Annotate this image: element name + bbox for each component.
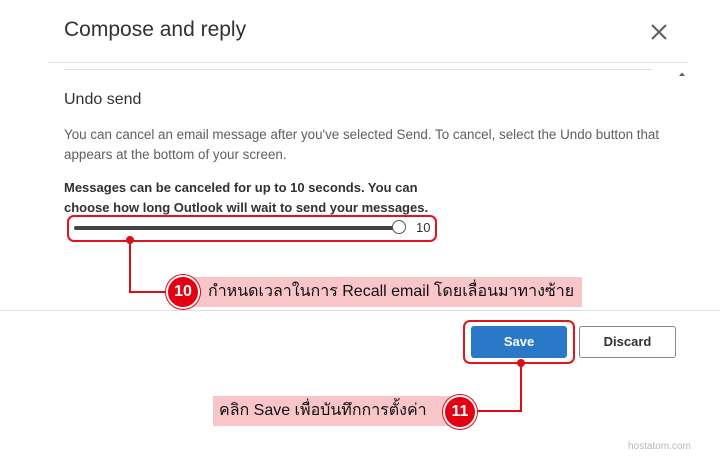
- close-icon: [651, 24, 667, 40]
- close-button[interactable]: [645, 18, 673, 46]
- discard-button[interactable]: Discard: [579, 326, 676, 358]
- annotation-11-badge: 11: [443, 395, 477, 429]
- undo-send-slider-thumb[interactable]: [392, 220, 406, 234]
- undo-send-slider-track[interactable]: [74, 226, 400, 230]
- scroll-up-arrow-icon[interactable]: [677, 66, 687, 76]
- watermark-text: hostatom.com: [628, 441, 691, 452]
- annotation-11-connector-vertical: [520, 364, 522, 412]
- annotation-10-connector-vertical: [129, 240, 131, 293]
- annotation-10-dot: [126, 236, 134, 244]
- annotation-10-connector-horizontal: [129, 291, 169, 293]
- slider-label: Messages can be canceled for up to 10 se…: [64, 180, 429, 215]
- annotation-11-text: คลิก Save เพื่อบันทึกการตั้งค่า: [213, 396, 459, 426]
- annotation-11-connector-horizontal: [478, 410, 522, 412]
- footer-divider: [0, 310, 720, 311]
- undo-send-heading: Undo send: [64, 91, 142, 108]
- section-divider: [64, 69, 652, 70]
- annotation-10-text: กำหนดเวลาในการ Recall email โดยเลื่อนมาท…: [180, 277, 582, 307]
- header-divider: [48, 62, 688, 63]
- slider-value: 10: [416, 220, 431, 235]
- undo-send-description: You can cancel an email message after yo…: [64, 127, 660, 162]
- annotation-10-badge: 10: [166, 275, 200, 309]
- save-button[interactable]: Save: [471, 326, 567, 358]
- dialog-title: Compose and reply: [64, 18, 247, 41]
